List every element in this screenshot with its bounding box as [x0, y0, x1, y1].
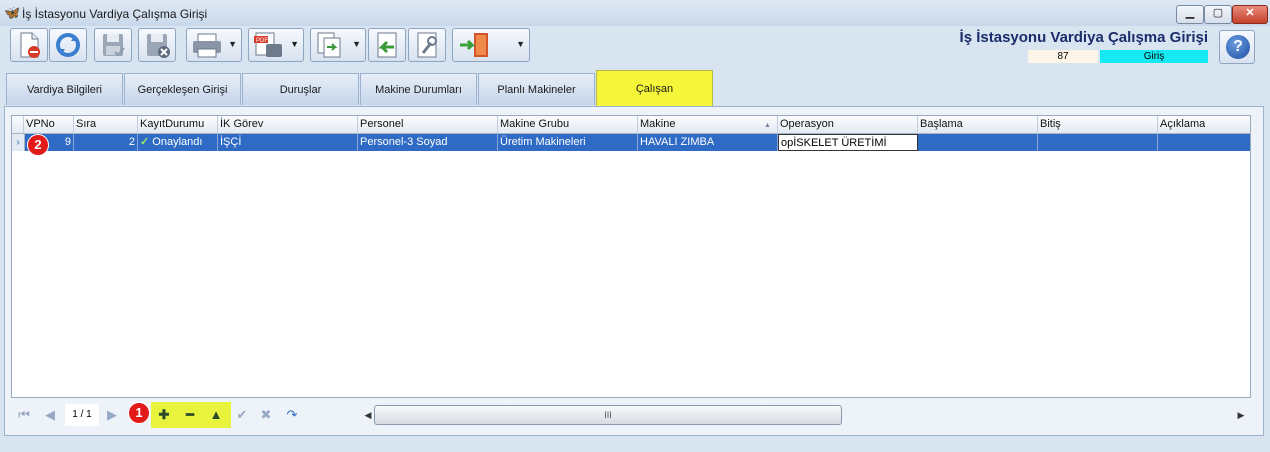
check-icon: ✓ — [140, 136, 150, 148]
scroll-thumb[interactable]: III — [374, 405, 842, 425]
tab-gerceklesen-girisi[interactable]: Gerçekleşen Girişi — [124, 73, 241, 105]
cell-operasyon-editor[interactable]: opİSKELET ÜRETİMİ — [778, 134, 918, 151]
confirm-icon[interactable]: ✔ — [231, 404, 253, 426]
move-up-icon[interactable]: ▲ — [205, 404, 227, 426]
column-header-vpno[interactable]: VPNo — [24, 116, 74, 133]
maximize-button[interactable]: ▢ — [1204, 5, 1232, 24]
annotation-badge-1: 1 — [128, 402, 150, 424]
page-title: İş İstasyonu Vardiya Çalışma Girişi — [959, 29, 1208, 46]
save-close-button[interactable] — [138, 28, 176, 62]
tab-makine-durumlari[interactable]: Makine Durumları — [360, 73, 477, 105]
pdf-export-button[interactable]: PDF ▼ — [248, 28, 304, 62]
sort-ascending-icon: ▲ — [764, 122, 771, 129]
column-header-operasyon[interactable]: Operasyon — [778, 116, 918, 133]
data-grid: VPNo Sıra KayıtDurumu İK Görev Personel … — [11, 115, 1251, 398]
column-header-sira[interactable]: Sıra — [74, 116, 138, 133]
printer-icon — [193, 33, 221, 58]
mode-badge: Giriş — [1100, 50, 1208, 63]
first-record-icon[interactable]: ⏮ — [13, 404, 35, 426]
horizontal-scrollbar[interactable]: ◀ III ▶ — [362, 403, 1247, 427]
tab-calisan[interactable]: Çalışan — [596, 70, 713, 106]
column-header-ik-gorev[interactable]: İK Görev — [218, 116, 358, 133]
grid-navigator: ⏮ ◀ 1 / 1 ▶ ✚ ━ ▲ ✔ ✖ ↷ ◀ III ▶ — [11, 400, 1251, 430]
close-button[interactable]: ✕ — [1232, 5, 1268, 24]
tab-planli-makineler[interactable]: Planlı Makineler — [478, 73, 595, 105]
tools-icon — [417, 32, 437, 58]
chevron-down-icon[interactable]: ▼ — [352, 39, 361, 49]
back-icon — [377, 32, 397, 58]
help-button[interactable]: ? — [1219, 30, 1255, 64]
save-button[interactable] — [94, 28, 132, 62]
column-header-makine[interactable]: Makine — [638, 116, 778, 133]
minimize-button[interactable]: ▁ — [1176, 5, 1204, 24]
back-button[interactable] — [368, 28, 406, 62]
record-number: 87 — [1028, 50, 1098, 63]
tab-duruslar[interactable]: Duruşlar — [242, 73, 359, 105]
exit-button[interactable]: ▼ — [452, 28, 530, 62]
column-header-baslama[interactable]: Başlama — [918, 116, 1038, 133]
cell-makine[interactable]: HAVALI ZIMBA — [638, 134, 778, 151]
cancel-edit-icon[interactable]: ✖ — [255, 404, 277, 426]
title-bar: 🦋 İş İstasyonu Vardiya Çalışma Girişi ▁ … — [0, 0, 1270, 26]
cell-ik-gorev[interactable]: İŞÇİ — [218, 134, 358, 151]
column-header-personel[interactable]: Personel — [358, 116, 498, 133]
scroll-right-icon[interactable]: ▶ — [1235, 403, 1247, 427]
refresh-icon — [56, 33, 80, 57]
chevron-down-icon[interactable]: ▼ — [516, 39, 525, 49]
page-info: 1 / 1 — [65, 404, 99, 426]
export-button[interactable]: ▼ — [310, 28, 366, 62]
previous-record-icon[interactable]: ◀ — [39, 404, 61, 426]
save-icon — [103, 34, 125, 57]
new-button[interactable] — [10, 28, 48, 62]
exit-door-icon — [460, 33, 488, 57]
svg-text:PDF: PDF — [256, 38, 268, 44]
save-close-icon — [147, 34, 170, 58]
table-row[interactable]: 9 2 ✓ Onaylandı İŞÇİ Personel-3 Soyad Ür… — [12, 134, 1250, 151]
cell-sira[interactable]: 2 — [74, 134, 138, 151]
row-indicator-icon: › — [12, 134, 25, 151]
chevron-down-icon[interactable]: ▼ — [290, 39, 299, 49]
export-icon — [317, 32, 341, 58]
add-record-icon[interactable]: ✚ — [153, 404, 175, 426]
help-icon: ? — [1226, 35, 1250, 59]
column-header-kayit-durumu[interactable]: KayıtDurumu — [138, 116, 218, 133]
redo-icon[interactable]: ↷ — [281, 404, 303, 426]
cell-aciklama[interactable] — [1158, 134, 1250, 151]
cell-baslama[interactable] — [918, 134, 1038, 151]
tab-vardiya-bilgileri[interactable]: Vardiya Bilgileri — [6, 73, 123, 105]
tools-button[interactable] — [408, 28, 446, 62]
status-text: Onaylandı — [152, 136, 203, 148]
tab-strip: Vardiya Bilgileri Gerçekleşen Girişi Dur… — [0, 68, 1270, 106]
butterfly-logo-icon: 🦋 — [4, 5, 21, 20]
window-title: İş İstasyonu Vardiya Çalışma Girişi — [22, 7, 208, 21]
next-record-icon[interactable]: ▶ — [101, 404, 123, 426]
pdf-export-icon: PDF — [254, 32, 282, 57]
cell-bitis[interactable] — [1038, 134, 1158, 151]
annotation-badge-2: 2 — [27, 134, 49, 156]
cell-personel[interactable]: Personel-3 Soyad — [358, 134, 498, 151]
print-button[interactable]: ▼ — [186, 28, 242, 62]
column-header-aciklama[interactable]: Açıklama — [1158, 116, 1250, 133]
column-header-bitis[interactable]: Bitiş — [1038, 116, 1158, 133]
refresh-button[interactable] — [49, 28, 87, 62]
grid-header: VPNo Sıra KayıtDurumu İK Görev Personel … — [12, 116, 1250, 134]
new-document-icon — [20, 32, 40, 58]
column-header-makine-grubu[interactable]: Makine Grubu — [498, 116, 638, 133]
chevron-down-icon[interactable]: ▼ — [228, 39, 237, 49]
cell-kayit-durumu[interactable]: ✓ Onaylandı — [138, 134, 218, 151]
cell-makine-grubu[interactable]: Üretim Makineleri — [498, 134, 638, 151]
scroll-left-icon[interactable]: ◀ — [362, 403, 374, 427]
row-indicator-header — [12, 116, 24, 133]
remove-record-icon[interactable]: ━ — [179, 404, 201, 426]
